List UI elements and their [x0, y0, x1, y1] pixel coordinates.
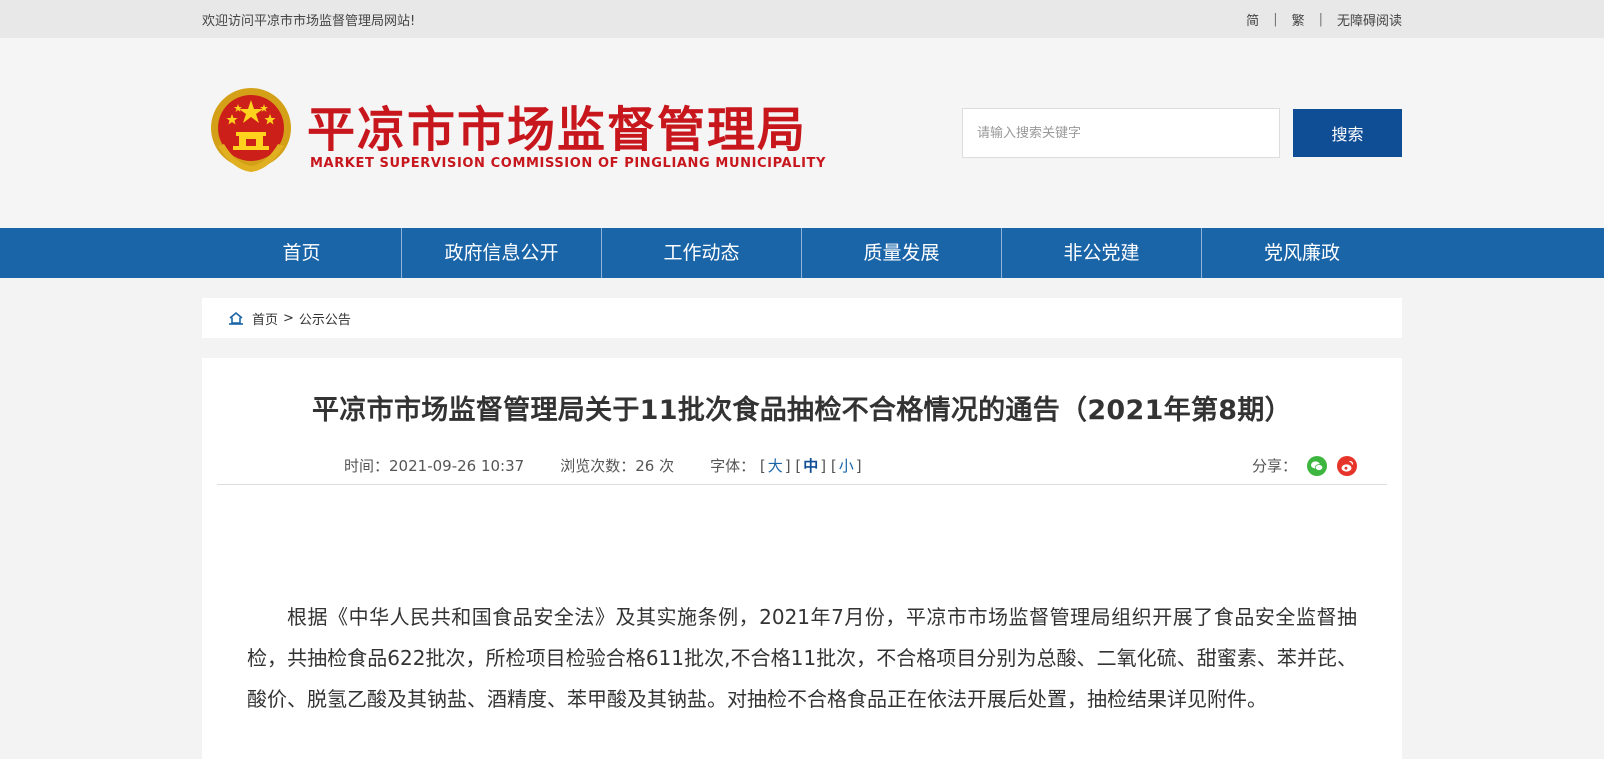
font-label: 字体：	[710, 457, 756, 475]
nav-item-party-building[interactable]: 非公党建	[1002, 228, 1202, 278]
article-body: 根据《中华人民共和国食品安全法》及其实施条例，2021年7月份，平凉市市场监督管…	[247, 605, 1357, 711]
breadcrumb-separator: >	[283, 310, 294, 326]
top-bar: 欢迎访问平凉市市场监督管理局网站! 简 | 繁 | 无障碍阅读	[0, 0, 1604, 38]
wechat-share-icon[interactable]	[1307, 455, 1327, 476]
font-size-controls: 字体： [大] [中] [小]	[710, 457, 862, 475]
nav-item-gov-info[interactable]: 政府信息公开	[402, 228, 602, 278]
view-count: 浏览次数：26 次	[560, 455, 674, 476]
breadcrumb-current-link[interactable]: 公示公告	[299, 309, 351, 328]
nav-item-integrity[interactable]: 党风廉政	[1202, 228, 1402, 278]
breadcrumb: 首页 > 公示公告	[202, 298, 1402, 338]
article-meta: 时间：2021-09-26 10:37 浏览次数：26 次 字体： [大] [中…	[217, 449, 1387, 485]
separator: |	[1318, 11, 1323, 27]
article: 平凉市市场监督管理局关于11批次食品抽检不合格情况的通告（2021年第8期） 时…	[202, 358, 1402, 759]
accessibility-link[interactable]: 无障碍阅读	[1337, 10, 1402, 29]
views-label: 浏览次数：	[560, 457, 636, 475]
site-header: 平凉市市场监督管理局 MARKET SUPERVISION COMMISSION…	[0, 38, 1604, 228]
nav-item-quality[interactable]: 质量发展	[802, 228, 1002, 278]
traditional-chinese-link[interactable]: 繁	[1292, 10, 1305, 29]
home-icon	[229, 311, 243, 325]
share-label: 分享：	[1251, 457, 1297, 475]
breadcrumb-home-link[interactable]: 首页	[252, 309, 278, 328]
nav-item-home[interactable]: 首页	[202, 228, 402, 278]
time-value: 2021-09-26 10:37	[389, 457, 525, 475]
main-nav: 首页 政府信息公开 工作动态 质量发展 非公党建 党风廉政	[0, 228, 1604, 278]
national-emblem-icon[interactable]	[208, 84, 294, 174]
time-label: 时间：	[344, 457, 390, 475]
nav-item-work-news[interactable]: 工作动态	[602, 228, 802, 278]
views-value: 26	[635, 457, 655, 475]
top-links: 简 | 繁 | 无障碍阅读	[1246, 10, 1402, 29]
site-title[interactable]: 平凉市市场监督管理局	[307, 90, 807, 160]
views-unit: 次	[659, 457, 675, 475]
separator: |	[1273, 11, 1278, 27]
weibo-share-icon[interactable]	[1337, 455, 1357, 476]
search-button[interactable]: 搜索	[1293, 109, 1402, 157]
site-title-english: MARKET SUPERVISION COMMISSION OF PINGLIA…	[310, 156, 826, 171]
simplified-chinese-link[interactable]: 简	[1246, 10, 1259, 29]
font-medium-button[interactable]: 中	[803, 457, 818, 475]
font-large-button[interactable]: 大	[768, 457, 783, 475]
font-small-button[interactable]: 小	[839, 457, 854, 475]
search-input[interactable]	[962, 108, 1280, 158]
welcome-text: 欢迎访问平凉市市场监督管理局网站!	[202, 13, 416, 29]
article-title: 平凉市市场监督管理局关于11批次食品抽检不合格情况的通告（2021年第8期）	[312, 395, 1292, 426]
share-bar: 分享：	[1252, 455, 1357, 476]
publish-time: 时间：2021-09-26 10:37	[344, 455, 524, 476]
